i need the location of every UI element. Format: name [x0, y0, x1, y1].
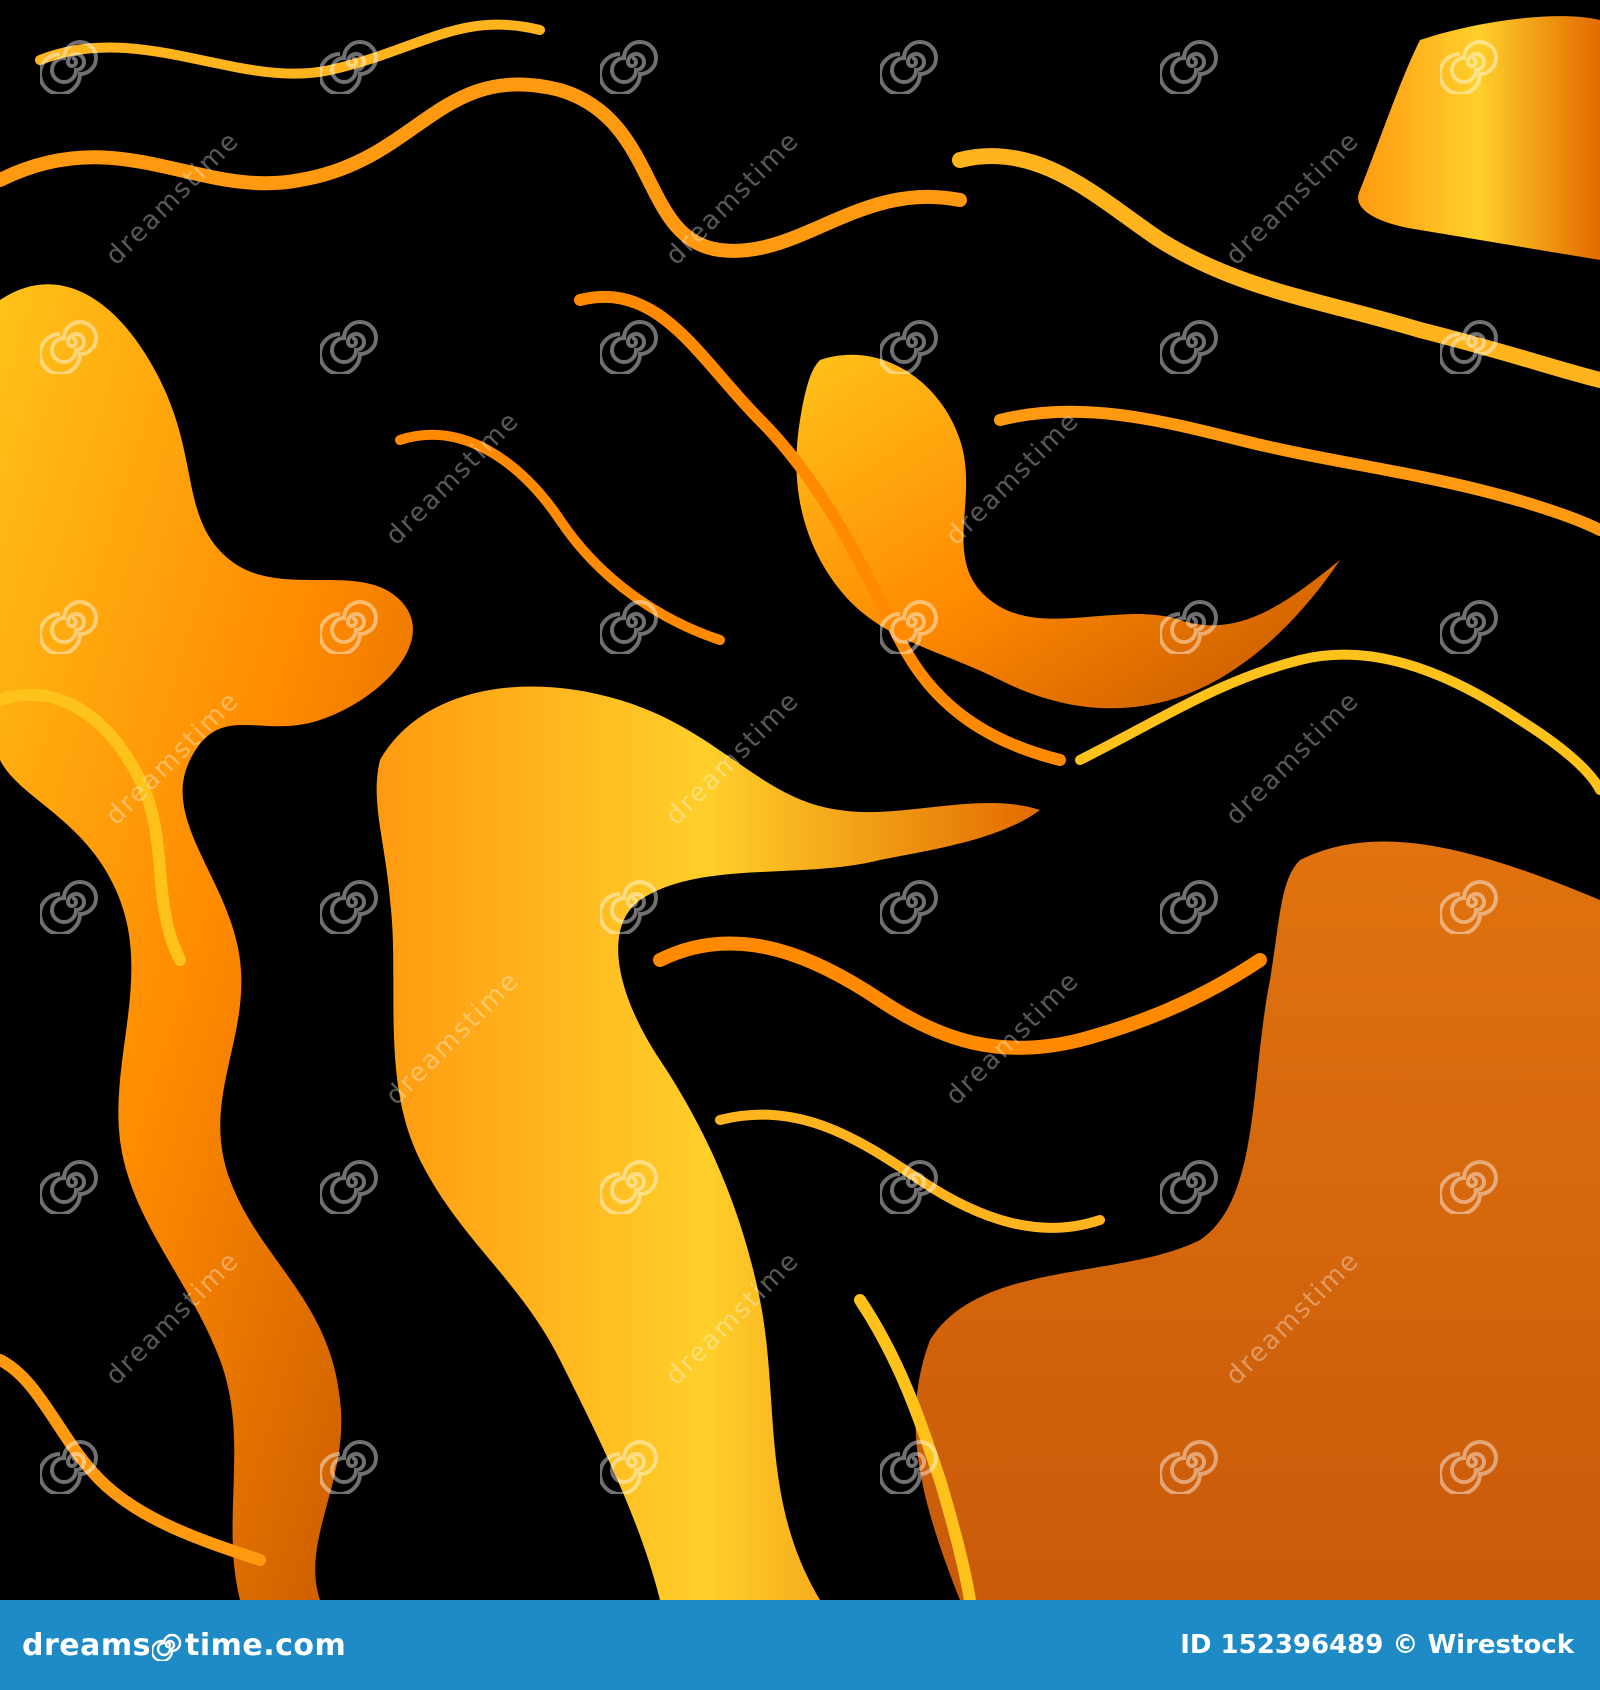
brand-logo[interactable]: dreams time.com	[22, 1628, 346, 1663]
image-id: ID 152396489	[1180, 1630, 1384, 1660]
image-credit: ID 152396489 © Wirestock	[1180, 1630, 1574, 1660]
spiral-icon	[151, 1633, 182, 1661]
brand-prefix: dreams	[22, 1627, 151, 1663]
image-author: © Wirestock	[1392, 1630, 1574, 1660]
brand-suffix: time.com	[184, 1627, 347, 1663]
stock-photo-preview: dreamstime dreamstime dreamstime dreamstime…	[0, 0, 1600, 1690]
footer-bar: dreams time.com ID 152396489 © Wirestock	[0, 1600, 1600, 1690]
marble-swirl-artwork	[0, 0, 1600, 1600]
